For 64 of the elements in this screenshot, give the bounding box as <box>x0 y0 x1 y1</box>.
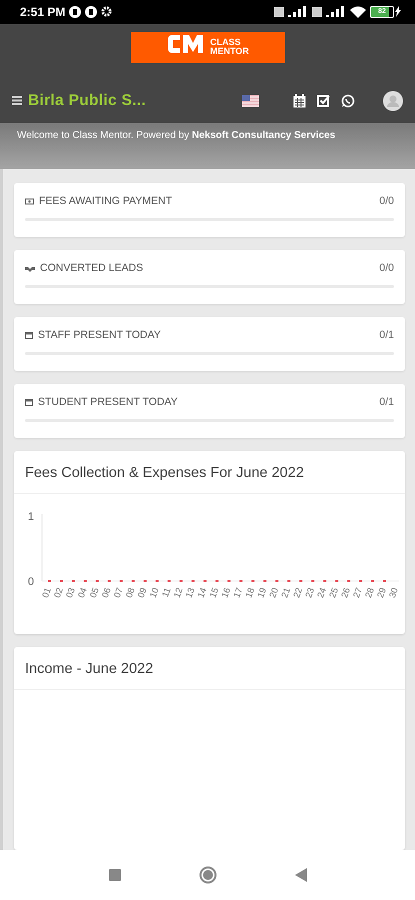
stat-count: 0/0 <box>379 195 394 207</box>
money-icon <box>25 198 34 204</box>
chart-title: Fees Collection & Expenses For June 2022 <box>14 451 405 494</box>
x-tick-label: 27 <box>351 586 364 600</box>
x-tick-label: 15 <box>208 586 220 600</box>
welcome-text: Welcome to Class Mentor. Powered by Neksoft Consultancy Services <box>17 130 336 141</box>
x-tick-label: 21 <box>279 586 292 600</box>
menu-icon[interactable] <box>12 96 22 106</box>
signal-icon <box>274 6 308 18</box>
calendar-icon[interactable] <box>293 94 306 108</box>
x-tick-label: 29 <box>375 586 388 600</box>
x-tick-label: 24 <box>315 586 328 600</box>
x-tick-label: 28 <box>363 586 376 600</box>
stat-label: STUDENT PRESENT TODAY <box>38 396 179 408</box>
signal-icon <box>312 6 346 18</box>
x-tick-label: 14 <box>196 586 208 600</box>
stat-label: STAFF PRESENT TODAY <box>38 329 162 341</box>
wifi-icon <box>350 6 366 18</box>
x-tick-label: 09 <box>136 586 149 600</box>
checkbox-icon[interactable] <box>317 94 330 108</box>
chart-title: Income - June 2022 <box>14 647 405 690</box>
x-tick-label: 18 <box>243 586 256 600</box>
x-tick-label: 03 <box>64 586 77 600</box>
x-tick-label: 25 <box>327 586 340 600</box>
home-icon[interactable] <box>198 866 216 884</box>
chat-icon[interactable] <box>341 94 355 108</box>
x-tick-label: 01 <box>40 586 53 600</box>
school-name: Birla Public S... <box>28 92 146 110</box>
y-tick-label: 1 <box>28 511 34 523</box>
x-tick-label: 02 <box>52 586 65 600</box>
recent-apps-icon[interactable] <box>108 869 120 881</box>
logo-text: CLASS <box>210 38 242 48</box>
x-tick-label: 08 <box>124 586 137 600</box>
avatar-icon[interactable] <box>383 90 403 111</box>
calendar-icon <box>25 331 33 339</box>
x-tick-label: 10 <box>148 586 161 600</box>
x-tick-label: 11 <box>160 586 173 598</box>
app-notification-icon <box>85 6 98 18</box>
back-icon[interactable] <box>294 868 306 882</box>
flag-icon[interactable] <box>242 94 259 107</box>
x-tick-label: 05 <box>88 586 101 600</box>
x-tick-label: 07 <box>112 586 125 600</box>
app-notification-icon <box>69 6 82 18</box>
logo-text: MENTOR <box>210 47 249 56</box>
stat-count: 0/1 <box>379 396 394 408</box>
x-tick-label: 06 <box>100 586 113 600</box>
stat-count: 0/0 <box>379 262 394 274</box>
x-tick-label: 30 <box>387 586 400 600</box>
x-tick-label: 22 <box>291 586 304 600</box>
x-tick-label: 19 <box>255 586 268 600</box>
clock-time: 2:51 PM <box>20 4 66 19</box>
stat-label: FEES AWAITING PAYMENT <box>39 195 174 207</box>
x-tick-label: 20 <box>267 586 280 600</box>
calendar-icon <box>25 398 33 406</box>
y-tick-label: 0 <box>28 576 34 588</box>
stat-label: CONVERTED LEADS <box>40 262 144 274</box>
x-tick-label: 12 <box>172 586 184 600</box>
x-tick-label: 23 <box>303 586 316 600</box>
x-tick-label: 17 <box>232 586 244 600</box>
x-tick-label: 16 <box>220 586 232 600</box>
stat-count: 0/1 <box>379 329 394 341</box>
x-tick-label: 26 <box>339 586 352 600</box>
x-tick-label: 04 <box>76 586 89 600</box>
x-tick-label: 13 <box>184 586 196 600</box>
